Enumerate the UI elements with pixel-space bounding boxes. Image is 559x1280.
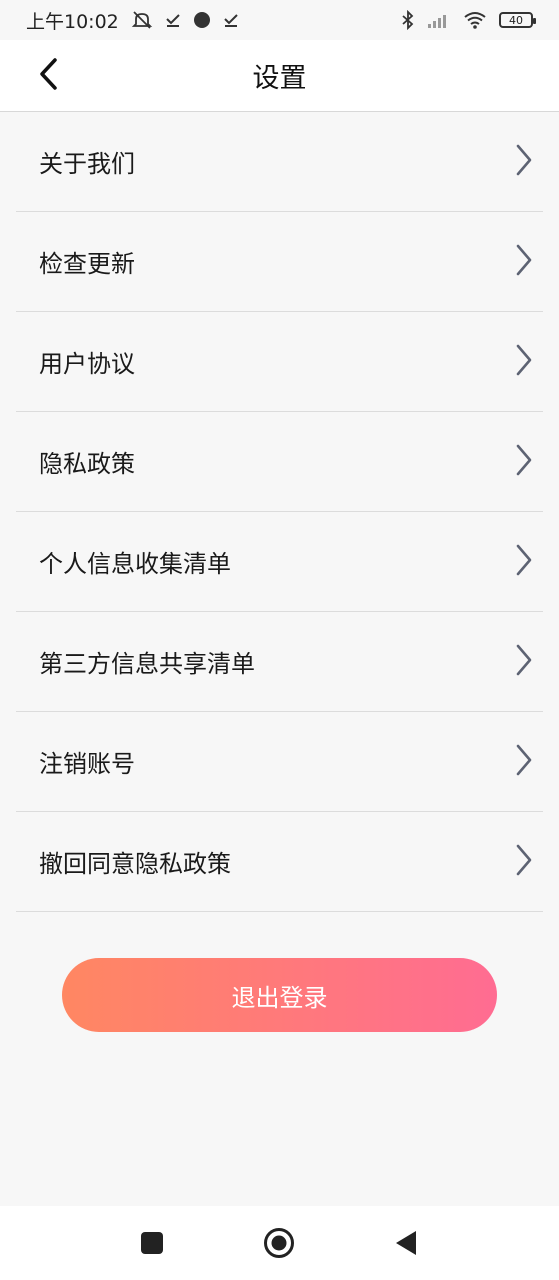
settings-item-label: 第三方信息共享清单 — [39, 650, 255, 678]
settings-item-label: 个人信息收集清单 — [39, 550, 231, 578]
chevron-right-icon — [515, 144, 533, 180]
signal-icon — [427, 11, 451, 29]
recents-button[interactable] — [140, 1231, 164, 1259]
settings-item-label: 检查更新 — [39, 250, 135, 278]
chevron-right-icon — [515, 544, 533, 580]
chevron-right-icon — [515, 344, 533, 380]
home-button[interactable] — [263, 1227, 295, 1263]
settings-item-label: 关于我们 — [39, 150, 135, 178]
logout-button[interactable]: 退出登录 — [62, 958, 497, 1032]
settings-item-about-us[interactable]: 关于我们 — [16, 112, 543, 212]
chevron-right-icon — [515, 744, 533, 780]
settings-item-label: 隐私政策 — [39, 450, 135, 478]
settings-item-label: 用户协议 — [39, 350, 135, 378]
back-triangle-icon — [394, 1229, 418, 1261]
battery-level: 40 — [509, 13, 523, 27]
header-bar: 设置 — [0, 40, 559, 112]
dot-icon — [193, 11, 211, 29]
check-icon — [223, 12, 239, 28]
home-circle-icon — [263, 1227, 295, 1263]
chevron-left-icon — [37, 57, 59, 95]
settings-item-check-update[interactable]: 检查更新 — [16, 212, 543, 312]
page-title: 设置 — [252, 63, 307, 94]
bluetooth-icon — [401, 10, 415, 30]
chevron-right-icon — [515, 644, 533, 680]
settings-item-user-agreement[interactable]: 用户协议 — [16, 312, 543, 412]
status-time: 上午10:02 — [26, 10, 119, 33]
back-nav-button[interactable] — [394, 1229, 418, 1261]
battery-icon: 40 — [499, 12, 536, 28]
settings-item-personal-info-list[interactable]: 个人信息收集清单 — [16, 512, 543, 612]
chevron-right-icon — [515, 444, 533, 480]
chevron-right-icon — [515, 244, 533, 280]
settings-item-third-party-sharing-list[interactable]: 第三方信息共享清单 — [16, 612, 543, 712]
settings-item-label: 撤回同意隐私政策 — [39, 850, 231, 878]
status-bar: 上午10:02 40 — [0, 0, 559, 40]
mute-notification-icon — [131, 10, 153, 30]
settings-item-withdraw-privacy-consent[interactable]: 撤回同意隐私政策 — [16, 812, 543, 912]
settings-item-privacy-policy[interactable]: 隐私政策 — [16, 412, 543, 512]
settings-item-cancel-account[interactable]: 注销账号 — [16, 712, 543, 812]
system-nav-bar — [0, 1206, 559, 1280]
settings-list: 关于我们 检查更新 用户协议 隐私政策 个人信息收集清单 第三方信息共享清单 注… — [16, 112, 543, 912]
wifi-icon — [463, 11, 487, 29]
check-icon — [165, 12, 181, 28]
recents-square-icon — [140, 1231, 164, 1259]
back-button[interactable] — [30, 58, 66, 94]
settings-item-label: 注销账号 — [39, 750, 135, 778]
chevron-right-icon — [515, 844, 533, 880]
